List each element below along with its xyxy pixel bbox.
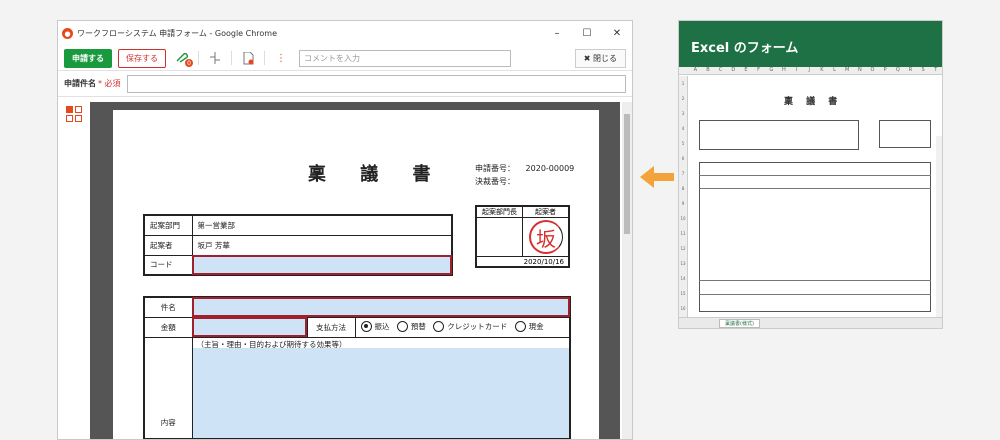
excel-panel: Excel のフォーム ABCDEFGHIJKLMNOPQRST 1234567…	[678, 20, 943, 329]
decision-number-label: 決裁番号：	[475, 177, 515, 186]
excel-grid-line	[699, 294, 931, 295]
payment-option-exchange[interactable]: 預替	[396, 320, 426, 332]
toolbar-divider	[231, 51, 232, 65]
content-table: 件名 金額 支払方法 振込 預替 クレジットカード 現金 内容 （主旨・理由・目…	[143, 296, 571, 439]
payment-option-credit-card[interactable]: クレジットカード	[433, 320, 507, 332]
vertical-scrollbar[interactable]	[622, 102, 632, 439]
arrow-left-icon	[640, 166, 674, 188]
content-input[interactable]	[192, 347, 569, 438]
excel-column-headers: ABCDEFGHIJKLMNOPQRST	[679, 67, 942, 75]
code-input[interactable]	[191, 254, 453, 276]
excel-scrollbar[interactable]	[936, 136, 942, 328]
drafter-table: 起案部門 第一営業部 起案者 坂戸 芳華 コード	[143, 214, 453, 276]
drafter-label: 起案者	[143, 234, 193, 256]
dept-manager-stamp-cell	[477, 218, 523, 256]
layout-toggle-icon[interactable]	[66, 106, 82, 122]
required-mark: * 必須	[98, 79, 121, 88]
stamp-head-dept-manager: 起案部門長	[477, 207, 523, 217]
excel-grid-line	[699, 175, 931, 176]
seal-icon: 坂	[528, 220, 563, 254]
close-button[interactable]: ✖ 閉じる	[574, 48, 626, 68]
window-controls: – ☐ ✕	[542, 21, 632, 46]
excel-heading: Excel のフォーム	[679, 21, 942, 67]
item-input[interactable]	[191, 296, 571, 318]
document-title: 稟 議 書	[308, 164, 445, 185]
application-number-block: 申請番号： 2020-00009 決裁番号：	[475, 162, 574, 188]
form-viewer: 稟 議 書 申請番号： 2020-00009 決裁番号： 起案部門 第一営業部 …	[58, 98, 632, 439]
dept-value: 第一営業部	[191, 214, 453, 236]
payment-label: 支払方法	[306, 316, 356, 338]
window-title: ワークフローシステム 申請フォーム - Google Chrome	[77, 29, 278, 38]
code-label: コード	[143, 254, 193, 276]
stamp-date: 2020/10/16	[477, 256, 568, 267]
browser-window: ● ワークフローシステム 申請フォーム - Google Chrome – ☐ …	[57, 20, 633, 440]
excel-sheet-title: 稟 議 書	[784, 97, 843, 107]
route-icon[interactable]	[205, 49, 225, 67]
payment-options: 振込 預替 クレジットカード 現金	[354, 316, 571, 338]
toolbar-divider	[198, 51, 199, 65]
title-bar: ● ワークフローシステム 申請フォーム - Google Chrome – ☐ …	[58, 21, 632, 46]
attachment-count-badge: 0	[185, 59, 193, 67]
payment-option-transfer[interactable]: 振込	[360, 320, 390, 332]
application-number-value: 2020-00009	[525, 164, 575, 173]
excel-sheet-tabs: 稟議書(様式)	[679, 317, 942, 328]
excel-row-headers: 1 2 3 4 5 6 7 8 9 10 11 12 13 14 15 16	[679, 76, 688, 319]
close-window-button[interactable]: ✕	[602, 21, 632, 46]
excel-drafter-block	[699, 120, 859, 150]
content-note: （主旨・理由・目的および期待する効果等）	[196, 339, 347, 349]
scroll-thumb[interactable]	[624, 114, 630, 234]
form-page: 稟 議 書 申請番号： 2020-00009 決裁番号： 起案部門 第一営業部 …	[113, 110, 599, 439]
application-number-label: 申請番号：	[475, 164, 515, 173]
amount-label: 金額	[143, 316, 193, 338]
minimize-button[interactable]: –	[542, 21, 572, 46]
excel-sheet-tab[interactable]: 稟議書(様式)	[719, 318, 760, 328]
excel-stamp-block	[879, 120, 931, 148]
more-options-icon[interactable]: ⋮	[271, 49, 291, 67]
content-cell: （主旨・理由・目的および期待する効果等）	[191, 336, 571, 439]
drafter-stamp-cell: 坂	[523, 218, 568, 256]
attachment-icon[interactable]: 0	[172, 49, 193, 67]
amount-input[interactable]	[191, 316, 308, 338]
pdf-icon[interactable]	[238, 49, 258, 67]
dept-label: 起案部門	[143, 214, 193, 236]
subject-row: 申請件名 * 必須	[58, 71, 632, 97]
stamp-head-drafter: 起案者	[535, 208, 556, 216]
approval-stamp-box: 起案部門長 起案者 坂 2020/10/16	[475, 205, 570, 268]
form-toolbar: 申請する 保存する 0 ⋮ コメントを入力 ✖ 閉じる	[58, 46, 632, 71]
subject-input[interactable]	[126, 74, 626, 93]
excel-sheet-area: 1 2 3 4 5 6 7 8 9 10 11 12 13 14 15 16 稟 議 書	[679, 76, 942, 328]
payment-option-cash[interactable]: 現金	[514, 320, 544, 332]
excel-content-block	[699, 162, 931, 312]
maximize-button[interactable]: ☐	[572, 21, 602, 46]
excel-sheet: 稟 議 書	[699, 80, 931, 319]
app-icon: ●	[62, 28, 73, 39]
toolbar-divider	[264, 51, 265, 65]
excel-grid-line	[699, 280, 931, 281]
item-label: 件名	[143, 296, 193, 318]
excel-grid-line	[699, 188, 931, 189]
apply-button[interactable]: 申請する	[64, 48, 112, 68]
content-label: 内容	[143, 336, 193, 439]
comment-input[interactable]: コメントを入力	[299, 49, 511, 67]
drafter-value: 坂戸 芳華	[191, 234, 453, 256]
save-button[interactable]: 保存する	[118, 48, 166, 68]
document-area: 稟 議 書 申請番号： 2020-00009 決裁番号： 起案部門 第一営業部 …	[90, 102, 620, 439]
subject-label: 申請件名	[64, 79, 96, 88]
